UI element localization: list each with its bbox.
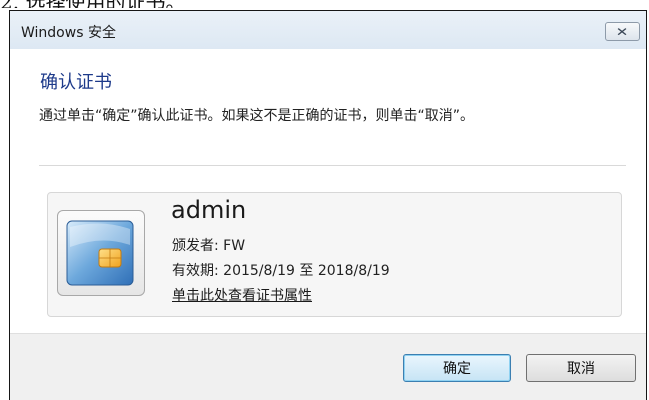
certificate-issuer: 颁发者: FW bbox=[172, 238, 246, 254]
view-certificate-properties-link[interactable]: 单击此处查看证书属性 bbox=[172, 285, 312, 305]
close-button[interactable]: ✕ bbox=[605, 22, 640, 41]
cancel-button[interactable]: 取消 bbox=[526, 354, 636, 382]
dialog-content: 确认证书 通过单击“确定”确认此证书。如果这不是正确的证书，则单击“取消”。 a… bbox=[10, 49, 646, 333]
certificate-card-icon bbox=[57, 210, 145, 296]
certificate-validity: 有效期: 2015/8/19 至 2018/8/19 bbox=[172, 263, 390, 279]
separator bbox=[39, 165, 626, 166]
dialog-footer: 确定 取消 bbox=[10, 333, 646, 400]
close-icon: ✕ bbox=[616, 24, 629, 39]
instruction-text: 通过单击“确定”确认此证书。如果这不是正确的证书，则单击“取消”。 bbox=[39, 108, 475, 124]
certificate-tile[interactable]: admin 颁发者: FW 有效期: 2015/8/19 至 2018/8/19… bbox=[47, 192, 622, 317]
page-caption: 2. 选择使用的证书。 bbox=[0, 0, 649, 8]
certificate-name: admin bbox=[171, 196, 247, 224]
title-bar: Windows 安全 ✕ bbox=[10, 11, 646, 49]
dialog-heading: 确认证书 bbox=[40, 72, 112, 93]
windows-security-dialog: Windows 安全 ✕ 确认证书 通过单击“确定”确认此证书。如果这不是正确的… bbox=[9, 10, 647, 400]
ok-button[interactable]: 确定 bbox=[403, 354, 511, 382]
dialog-title: Windows 安全 bbox=[21, 25, 116, 41]
